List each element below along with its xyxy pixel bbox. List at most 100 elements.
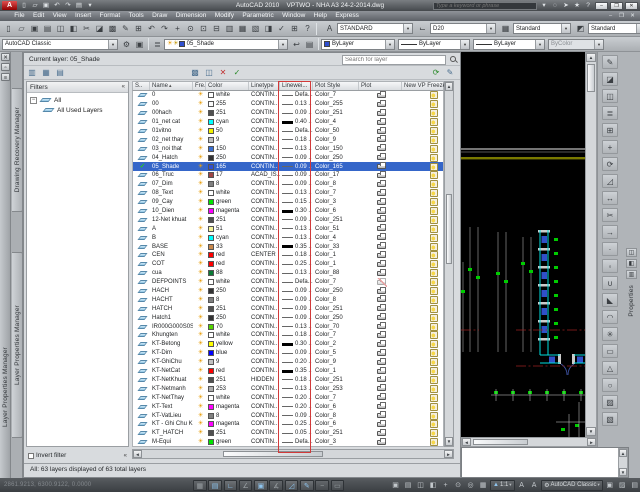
command-window[interactable]: ▲ ▼	[461, 447, 629, 478]
steering-wheel-icon[interactable]: ◎	[465, 480, 476, 491]
rotate-icon[interactable]: ⟳	[602, 157, 618, 171]
layer-lineweight[interactable]: 0.18 ..	[280, 135, 313, 144]
layer-plot-style[interactable]: Color_250	[313, 313, 359, 322]
layer-linetype[interactable]: CONTIN..	[249, 429, 280, 438]
hscroll-thumb[interactable]	[473, 439, 528, 445]
layer-linetype[interactable]: CONTIN..	[249, 162, 280, 171]
layer-plot-cell[interactable]	[359, 287, 402, 296]
layer-row[interactable]: 02_net thay☀9CONTIN..0.18 ..Color_9	[133, 135, 443, 144]
layer-lineweight[interactable]: 0.09 ..	[280, 287, 313, 296]
layer-newvp-cell[interactable]	[402, 153, 444, 162]
layer-combo[interactable]: ☀ ☀ 05_Shade ▾	[164, 39, 288, 50]
redo-icon[interactable]: ↷	[158, 22, 171, 35]
layer-lineweight[interactable]: 0.40 ..	[280, 118, 313, 127]
layer-lineweight[interactable]: 0.09 ..	[280, 153, 313, 162]
layer-plot-cell[interactable]	[359, 180, 402, 189]
settings-icon[interactable]: ✎	[444, 67, 456, 79]
layer-lineweight[interactable]: 0.13 ..	[280, 224, 313, 233]
break-at-point-icon[interactable]: ·	[602, 242, 618, 256]
layer-linetype[interactable]: CONTIN..	[249, 198, 280, 207]
layer-color-cell[interactable]: 9	[206, 135, 249, 144]
layer-color-cell[interactable]: magenta	[206, 402, 249, 411]
layer-newvp-cell[interactable]	[402, 91, 444, 100]
layer-linetype[interactable]: ACAD_IS..	[249, 171, 280, 180]
layer-freeze-cell[interactable]: ☀	[193, 207, 206, 216]
sheet-icon[interactable]: ▥	[626, 270, 637, 279]
layer-plot-cell[interactable]	[359, 260, 402, 269]
layer-newvp-cell[interactable]	[402, 393, 444, 402]
layer-row[interactable]: KT-Dim☀blueCONTIN..0.09 ..Color_5	[133, 349, 443, 358]
layer-lineweight[interactable]: 0.20 ..	[280, 358, 313, 367]
layer-plot-cell[interactable]	[359, 402, 402, 411]
array-icon[interactable]: ⊞	[602, 123, 618, 137]
layer-plot-style[interactable]: Color_2	[313, 340, 359, 349]
layer-newvp-cell[interactable]	[402, 242, 444, 251]
layer-freeze-cell[interactable]: ☀	[193, 224, 206, 233]
cut-icon[interactable]: ✂	[80, 22, 93, 35]
restore-button[interactable]: ❐	[610, 2, 623, 10]
layer-color-cell[interactable]: green	[206, 438, 249, 447]
layer-plot-style[interactable]: Color_7	[313, 331, 359, 340]
layer-color-cell[interactable]: 17	[206, 171, 249, 180]
chevron-down-icon[interactable]: ▾	[486, 24, 495, 33]
layer-plot-cell[interactable]	[359, 358, 402, 367]
new-layer-icon[interactable]: ▩	[189, 67, 201, 79]
design-center-icon[interactable]: ▦	[236, 22, 249, 35]
menu-modify[interactable]: Modify	[211, 11, 239, 21]
dim-style-icon[interactable]: ⌙	[416, 23, 429, 35]
layer-lineweight[interactable]: 0.25 ..	[280, 260, 313, 269]
layer-color-cell[interactable]: white	[206, 278, 249, 287]
column-header-plotstyle[interactable]: Plot Style	[313, 82, 359, 90]
undo-icon[interactable]: ↶	[145, 22, 158, 35]
layer-linetype[interactable]: CONTIN..	[249, 384, 280, 393]
layer-plot-cell[interactable]	[359, 331, 402, 340]
layer-linetype[interactable]: CONTIN..	[249, 438, 280, 447]
snap-toggle[interactable]: ▦	[193, 480, 207, 491]
layer-plot-cell[interactable]	[359, 438, 402, 447]
layer-newvp-cell[interactable]	[402, 100, 444, 109]
layer-newvp-cell[interactable]	[402, 376, 444, 385]
table-style-combo[interactable]: Standard▾	[513, 23, 571, 34]
layer-linetype[interactable]: CONTIN..	[249, 109, 280, 118]
layer-newvp-cell[interactable]	[402, 162, 444, 171]
fillet-icon[interactable]: ◠	[602, 310, 618, 324]
vscroll-thumb[interactable]	[587, 64, 595, 92]
layer-row[interactable]: KT-GhiChu☀9CONTIN..0.20 ..Color_9	[133, 358, 443, 367]
layer-linetype[interactable]: CONTIN..	[249, 402, 280, 411]
layer-plot-style[interactable]: Color_7	[313, 91, 359, 100]
layer-color-cell[interactable]: red	[206, 367, 249, 376]
workspace-combo[interactable]: AutoCAD Classic ▾	[2, 39, 118, 50]
layer-row[interactable]: DEFPOINTS☀whiteCONTIN..Defa...Color_7	[133, 278, 443, 287]
layer-color-cell[interactable]: blue	[206, 349, 249, 358]
layer-newvp-cell[interactable]	[402, 358, 444, 367]
layer-newvp-cell[interactable]	[402, 411, 444, 420]
layer-row[interactable]: KT-Betong☀yellowCONTIN..0.30 ..Color_2	[133, 340, 443, 349]
layer-plot-cell[interactable]	[359, 384, 402, 393]
layer-plot-style[interactable]: Color_8	[313, 411, 359, 420]
tab-layer-properties-manager[interactable]: Layer Properties Manager	[12, 252, 23, 438]
layer-freeze-cell[interactable]: ☀	[193, 260, 206, 269]
doc-minimize-icon[interactable]: –	[606, 13, 615, 19]
layer-plot-style[interactable]: Color_51	[313, 224, 359, 233]
layer-plot-style[interactable]: Color_8	[313, 180, 359, 189]
chevron-down-icon[interactable]: ▾	[385, 40, 394, 49]
redo-icon[interactable]: ↷	[63, 1, 73, 10]
properties-palette-icon[interactable]: ◫	[626, 248, 637, 257]
layer-lineweight[interactable]: Defa...	[280, 127, 313, 136]
layer-freeze-cell[interactable]: ☀	[193, 242, 206, 251]
layer-row[interactable]: A☀51CONTIN..0.13 ..Color_51	[133, 224, 443, 233]
layer-freeze-cell[interactable]: ☀	[193, 429, 206, 438]
layer-row[interactable]: Khungten☀whiteCONTIN..0.18 ..Color_7	[133, 331, 443, 340]
layer-row[interactable]: IR000G000S0SL..☀70CONTIN..0.13 ..Color_7…	[133, 322, 443, 331]
properties-icon[interactable]: ▥	[223, 22, 236, 35]
layer-row[interactable]: HATCH☀251CONTIN..0.09 ..Color_251	[133, 304, 443, 313]
layer-freeze-cell[interactable]: ☀	[193, 295, 206, 304]
break-icon[interactable]: ◦	[602, 259, 618, 273]
layer-plot-cell[interactable]	[359, 251, 402, 260]
layer-plot-style[interactable]: Color_4	[313, 118, 359, 127]
menu-parametric[interactable]: Parametric	[238, 11, 278, 21]
refresh-icon[interactable]: ⟳	[430, 67, 442, 79]
binoculars-search-icon[interactable]: ◌	[550, 1, 560, 10]
layer-newvp-cell[interactable]	[402, 349, 444, 358]
layer-color-cell[interactable]: magenta	[206, 420, 249, 429]
